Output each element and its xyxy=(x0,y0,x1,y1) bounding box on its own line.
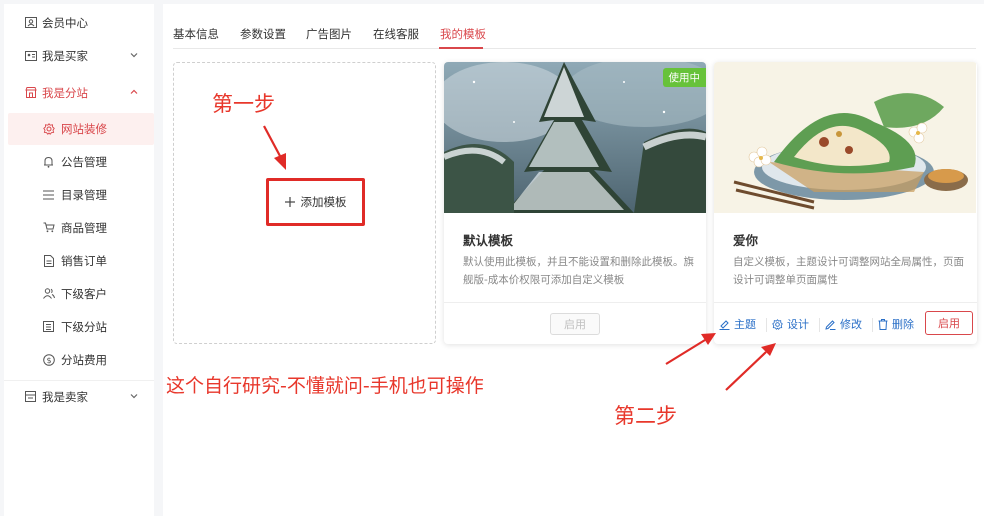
id-card-icon xyxy=(24,16,37,29)
main-panel: 基本信息 参数设置 广告图片 在线客服 我的模板 添加模板 使用中 默认模板 默… xyxy=(163,4,984,516)
annotation-step-1: 第一步 xyxy=(212,92,275,116)
sidebar-item-label: 商品管理 xyxy=(61,221,107,235)
delete-label: 删除 xyxy=(892,318,914,331)
sidebar-item-label: 目录管理 xyxy=(61,188,107,202)
sidebar-item-label: 销售订单 xyxy=(61,254,107,268)
document-icon xyxy=(42,254,55,267)
sidebar-item-label: 我是买家 xyxy=(42,49,88,63)
add-template-label: 添加模板 xyxy=(300,195,347,209)
template-description: 默认使用此模板，并且不能设置和删除此模板。旗舰版-成本价权限可添加自定义模板 xyxy=(463,256,694,286)
sidebar-item-label: 下级分站 xyxy=(61,320,107,334)
sidebar-item-label: 会员中心 xyxy=(42,16,88,30)
tab-parameters[interactable]: 参数设置 xyxy=(240,26,286,42)
sidebar-item-label: 分站费用 xyxy=(61,353,107,367)
design-label: 设计 xyxy=(787,318,809,331)
sidebar-item-site-decoration[interactable]: 网站装修 xyxy=(8,113,154,145)
template-title: 默认模板 xyxy=(463,233,514,248)
sidebar-item-label: 我是卖家 xyxy=(42,390,88,404)
action-separator xyxy=(766,318,767,332)
sidebar-item-announcements[interactable]: 公告管理 xyxy=(4,146,154,178)
tab-online-service[interactable]: 在线客服 xyxy=(373,26,419,42)
add-template-button[interactable]: 添加模板 xyxy=(266,178,365,226)
trash-icon xyxy=(878,318,888,330)
tab-divider xyxy=(173,48,976,49)
store-icon xyxy=(24,86,37,99)
sidebar-item-seller[interactable]: 我是卖家 xyxy=(4,381,154,413)
building-icon xyxy=(42,320,55,333)
sidebar-item-products[interactable]: 商品管理 xyxy=(4,212,154,244)
chevron-up-icon xyxy=(130,89,138,94)
design-button[interactable]: 设计 xyxy=(772,315,809,333)
sidebar-item-buyer[interactable]: 我是买家 xyxy=(4,40,154,72)
chevron-down-icon xyxy=(130,53,138,58)
enable-button-disabled: 启用 xyxy=(550,313,600,335)
sidebar-item-label: 公告管理 xyxy=(61,155,107,169)
sidebar-item-label: 我是分站 xyxy=(42,86,88,100)
sidebar-item-label: 下级客户 xyxy=(61,287,107,301)
theme-button[interactable]: 主题 xyxy=(719,315,756,333)
contact-card-icon xyxy=(24,49,37,62)
sidebar-item-member-center[interactable]: 会员中心 xyxy=(4,7,154,39)
brush-icon xyxy=(719,319,730,330)
svg-text:$: $ xyxy=(46,355,51,364)
edit-label: 修改 xyxy=(840,318,862,331)
action-separator xyxy=(872,318,873,332)
annotation-step-2: 第二步 xyxy=(614,404,677,428)
active-tab-indicator xyxy=(439,47,483,49)
sidebar-item-station-fees[interactable]: $ 分站费用 xyxy=(4,344,154,376)
annotation-note: 这个自行研究-不懂就问-手机也可操作 xyxy=(166,375,484,397)
users-icon xyxy=(42,287,55,300)
in-use-badge: 使用中 xyxy=(662,68,706,87)
template-description: 自定义模板，主题设计可调整网站全局属性，页面设计可调整单页面属性 xyxy=(733,256,964,286)
delete-button[interactable]: 删除 xyxy=(878,315,914,333)
template-card-custom: 爱你 自定义模板，主题设计可调整网站全局属性，页面设计可调整单页面属性 主题 设… xyxy=(714,62,977,344)
tab-basic-info[interactable]: 基本信息 xyxy=(173,26,219,42)
chevron-down-icon xyxy=(130,394,138,399)
bell-icon xyxy=(42,155,55,168)
sidebar: 会员中心 我是买家 我是分站 网站装修 公告管理 目录管理 商品管理 销售订单 … xyxy=(4,4,154,516)
enable-button[interactable]: 启用 xyxy=(925,311,973,335)
sidebar-item-substation[interactable]: 我是分站 xyxy=(4,77,154,109)
tab-ad-images[interactable]: 广告图片 xyxy=(306,26,352,42)
action-separator xyxy=(819,318,820,332)
sidebar-item-label: 网站装修 xyxy=(61,122,107,136)
tab-my-templates[interactable]: 我的模板 xyxy=(440,26,486,42)
sidebar-item-sub-customers[interactable]: 下级客户 xyxy=(4,278,154,310)
card-footer-divider xyxy=(444,302,706,303)
gear-icon xyxy=(42,122,55,135)
dollar-circle-icon: $ xyxy=(42,353,55,366)
plus-icon xyxy=(284,197,295,207)
gear-icon xyxy=(772,318,783,330)
cart-icon xyxy=(42,221,55,234)
template-title: 爱你 xyxy=(733,233,759,248)
seller-icon xyxy=(24,390,37,403)
template-preview-image xyxy=(714,62,976,213)
list-icon xyxy=(42,188,55,201)
sidebar-item-sub-stations[interactable]: 下级分站 xyxy=(4,311,154,343)
template-card-default: 使用中 默认模板 默认使用此模板，并且不能设置和删除此模板。旗舰版-成本价权限可… xyxy=(444,62,706,344)
edit-button[interactable]: 修改 xyxy=(825,315,862,333)
pencil-icon xyxy=(825,319,836,330)
sidebar-item-sales-orders[interactable]: 销售订单 xyxy=(4,245,154,277)
theme-label: 主题 xyxy=(734,318,756,331)
sidebar-item-catalog[interactable]: 目录管理 xyxy=(4,179,154,211)
card-footer-divider xyxy=(714,302,977,303)
